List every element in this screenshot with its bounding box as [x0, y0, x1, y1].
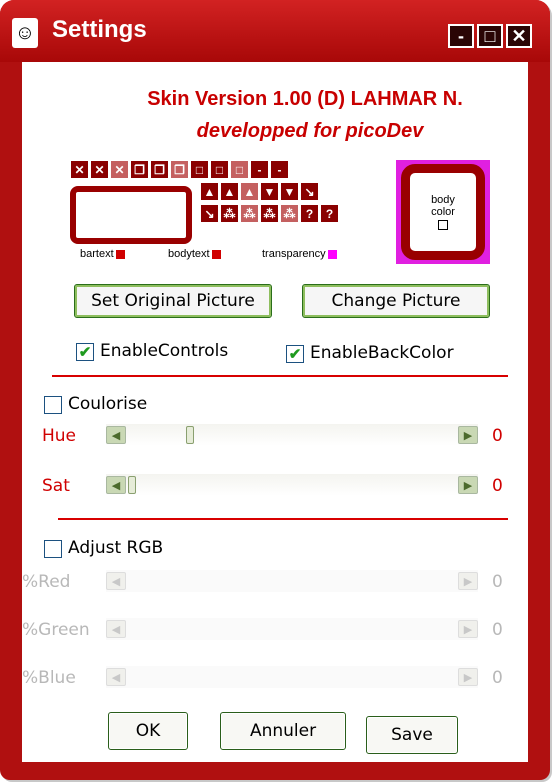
pattern-sprite-icon: ⁂ — [220, 204, 239, 223]
hue-value: 0 — [492, 426, 503, 446]
close-sprite-icon: ✕ — [90, 160, 109, 179]
up-sprite-icon: ▲ — [200, 182, 219, 201]
green-slider[interactable]: ◀ ▶ — [106, 618, 478, 640]
title-bar-buttons: - □ ✕ — [448, 24, 532, 48]
enable-back-color-label[interactable]: EnableBackColor — [310, 343, 454, 363]
legend-bartext: bartext — [80, 248, 125, 260]
body-color-swatch — [438, 220, 448, 230]
red-slider-right-arrow[interactable]: ▶ — [458, 572, 478, 590]
adjust-rgb-checkbox[interactable] — [44, 540, 62, 558]
restore-sprite-icon: ❐ — [170, 160, 189, 179]
settings-window: ☺ Settings - □ ✕ Skin Version 1.00 (D) L… — [0, 0, 550, 780]
body-color-preview: body color — [396, 160, 490, 264]
sat-slider-thumb[interactable] — [128, 476, 136, 494]
pattern-sprite-icon: ⁂ — [240, 204, 259, 223]
enable-back-color-checkbox[interactable]: ✔ — [286, 345, 304, 363]
save-button[interactable]: Save — [366, 716, 458, 754]
blue-slider-right-arrow[interactable]: ▶ — [458, 668, 478, 686]
hue-label: Hue — [42, 426, 77, 446]
hue-slider-thumb[interactable] — [186, 426, 194, 444]
enable-controls-checkbox[interactable]: ✔ — [76, 343, 94, 361]
blue-label: %Blue — [22, 668, 76, 688]
skin-version-text: Skin Version 1.00 (D) LAHMAR N. — [147, 88, 463, 110]
down-sprite-icon: ▼ — [260, 182, 279, 201]
annuler-button[interactable]: Annuler — [220, 712, 346, 750]
sat-slider-left-arrow[interactable]: ◀ — [106, 476, 126, 494]
up-sprite-icon: ▲ — [240, 182, 259, 201]
hue-slider-right-arrow[interactable]: ▶ — [458, 426, 478, 444]
enable-controls-label[interactable]: EnableControls — [100, 341, 228, 361]
sat-value: 0 — [492, 476, 503, 496]
help-sprite-icon: ? — [300, 204, 319, 223]
resize-sprite-icon: ↘ — [200, 204, 219, 223]
green-label: %Green — [22, 620, 90, 640]
maximize-sprite-icon: □ — [210, 160, 229, 179]
blue-slider-left-arrow[interactable]: ◀ — [106, 668, 126, 686]
body-color-frame: body color — [401, 164, 485, 260]
adjust-rgb-label[interactable]: Adjust RGB — [68, 538, 163, 558]
minimize-button[interactable]: - — [448, 24, 474, 48]
restore-sprite-icon: ❐ — [150, 160, 169, 179]
blue-value: 0 — [492, 668, 503, 688]
set-original-picture-button[interactable]: Set Original Picture — [74, 284, 272, 318]
red-slider[interactable]: ◀ ▶ — [106, 570, 478, 592]
separator — [58, 518, 508, 520]
maximize-button[interactable]: □ — [477, 24, 503, 48]
green-slider-left-arrow[interactable]: ◀ — [106, 620, 126, 638]
change-picture-button[interactable]: Change Picture — [302, 284, 490, 318]
body-color-label: color — [431, 206, 455, 218]
close-sprite-icon: ✕ — [110, 160, 129, 179]
window-title: Settings — [52, 16, 147, 43]
blue-slider[interactable]: ◀ ▶ — [106, 666, 478, 688]
green-slider-right-arrow[interactable]: ▶ — [458, 620, 478, 638]
help-sprite-icon: ? — [320, 204, 339, 223]
down-sprite-icon: ▼ — [280, 182, 299, 201]
green-value: 0 — [492, 620, 503, 640]
legend-bodytext: bodytext — [168, 248, 221, 260]
pattern-sprite-icon: ⁂ — [280, 204, 299, 223]
restore-sprite-icon: ❐ — [130, 160, 149, 179]
close-button[interactable]: ✕ — [506, 24, 532, 48]
bar-frame-preview — [70, 186, 192, 244]
skin-credit-text: developped for picoDev — [196, 120, 424, 142]
body-color-label: body — [431, 194, 455, 206]
transparency-swatch — [327, 249, 337, 259]
coulorise-checkbox[interactable] — [44, 396, 62, 414]
settings-panel: Skin Version 1.00 (D) LAHMAR N. developp… — [22, 62, 528, 762]
ok-button[interactable]: OK — [108, 712, 188, 750]
separator — [52, 375, 508, 377]
minimize-sprite-icon: - — [250, 160, 269, 179]
maximize-sprite-icon: □ — [230, 160, 249, 179]
pattern-sprite-icon: ⁂ — [260, 204, 279, 223]
sat-label: Sat — [42, 476, 70, 496]
red-slider-left-arrow[interactable]: ◀ — [106, 572, 126, 590]
up-sprite-icon: ▲ — [220, 182, 239, 201]
legend-transparency: transparency — [262, 248, 337, 260]
red-label: %Red — [22, 572, 71, 592]
minimize-sprite-icon: - — [270, 160, 289, 179]
title-bar[interactable]: ☺ Settings - □ ✕ — [0, 0, 550, 62]
hue-slider-left-arrow[interactable]: ◀ — [106, 426, 126, 444]
bodytext-swatch — [211, 249, 221, 259]
hue-slider[interactable]: ◀ ▶ — [106, 424, 478, 446]
resize-sprite-icon: ↘ — [300, 182, 319, 201]
coulorise-label[interactable]: Coulorise — [68, 394, 147, 414]
app-icon: ☺ — [12, 18, 38, 48]
maximize-sprite-icon: □ — [190, 160, 209, 179]
close-sprite-icon: ✕ — [70, 160, 89, 179]
red-value: 0 — [492, 572, 503, 592]
skin-preview: ✕ ✕ ✕ ❐ ❐ ❐ □ □ □ - - ▲ ▲ ▲ ▼ ▼ ↘ ↘ ⁂ ⁂ … — [70, 160, 490, 270]
sat-slider-right-arrow[interactable]: ▶ — [458, 476, 478, 494]
sat-slider[interactable]: ◀ ▶ — [106, 474, 478, 496]
bartext-swatch — [115, 249, 125, 259]
